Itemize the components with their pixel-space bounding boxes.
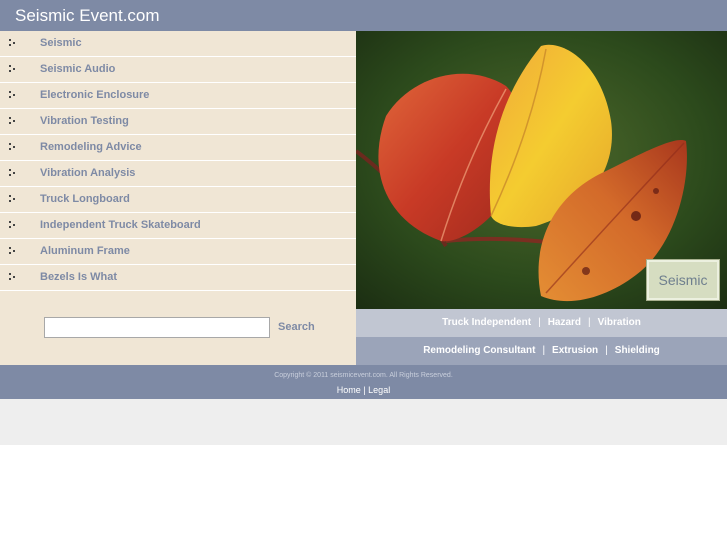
nav-item-label[interactable]: Truck Longboard <box>40 193 130 205</box>
nav-item-seismic[interactable]: Seismic <box>0 31 356 57</box>
link-remodeling-consultant[interactable]: Remodeling Consultant <box>423 345 535 356</box>
links-bar-bottom: Remodeling Consultant | Extrusion | Shieldin… <box>356 337 727 365</box>
nav-item-vibration-testing[interactable]: Vibration Testing <box>0 109 356 135</box>
nav-item-truck-longboard[interactable]: Truck Longboard <box>0 187 356 213</box>
sidebar: Seismic Seismic Audio Electronic Enclosu… <box>0 31 356 365</box>
footer-band <box>0 399 727 445</box>
nav-item-label[interactable]: Electronic Enclosure <box>40 89 149 101</box>
footer-separator: | <box>363 385 366 395</box>
nav-item-independent-truck-skateboard[interactable]: Independent Truck Skateboard <box>0 213 356 239</box>
link-vibration[interactable]: Vibration <box>598 317 641 328</box>
link-truck-independent[interactable]: Truck Independent <box>442 317 531 328</box>
search-input[interactable] <box>44 317 270 338</box>
nav-item-label[interactable]: Independent Truck Skateboard <box>40 219 201 231</box>
nav-item-bezels-is-what[interactable]: Bezels Is What <box>0 265 356 291</box>
link-separator: | <box>538 317 541 328</box>
site-header: Seismic Event.com <box>0 0 727 31</box>
nav-item-label[interactable]: Bezels Is What <box>40 271 117 283</box>
nav-item-label[interactable]: Seismic <box>40 37 82 49</box>
bullet-icon <box>9 169 15 176</box>
bullet-icon <box>9 65 15 72</box>
bullet-icon <box>9 39 15 46</box>
link-separator: | <box>542 345 546 356</box>
link-shielding[interactable]: Shielding <box>615 345 660 356</box>
nav-item-label[interactable]: Vibration Analysis <box>40 167 135 179</box>
nav-item-remodeling-advice[interactable]: Remodeling Advice <box>0 135 356 161</box>
search-button[interactable]: Search <box>278 321 315 333</box>
nav-item-label[interactable]: Vibration Testing <box>40 115 129 127</box>
site-title[interactable]: Seismic Event.com <box>15 6 160 26</box>
nav-item-electronic-enclosure[interactable]: Electronic Enclosure <box>0 83 356 109</box>
footer-links: Home | Legal <box>0 385 727 395</box>
bullet-icon <box>9 221 15 228</box>
bullet-icon <box>9 117 15 124</box>
photo-badge-label: Seismic <box>658 272 708 288</box>
bullet-icon <box>9 247 15 254</box>
bullet-icon <box>9 91 15 98</box>
nav-item-label[interactable]: Seismic Audio <box>40 63 115 75</box>
site-footer: Copyright © 2011 seismicevent.com. All R… <box>0 365 727 399</box>
footer-home-link[interactable]: Home <box>337 385 361 395</box>
nav-item-vibration-analysis[interactable]: Vibration Analysis <box>0 161 356 187</box>
bullet-icon <box>9 273 15 280</box>
copyright-text: Copyright © 2011 seismicevent.com. All R… <box>274 372 453 379</box>
link-hazard[interactable]: Hazard <box>548 317 581 328</box>
nav-item-seismic-audio[interactable]: Seismic Audio <box>0 57 356 83</box>
photo-badge: Seismic <box>647 260 719 300</box>
link-separator: | <box>588 317 591 328</box>
bullet-icon <box>9 195 15 202</box>
link-extrusion[interactable]: Extrusion <box>552 345 598 356</box>
footer-legal-link[interactable]: Legal <box>368 385 390 395</box>
bullet-icon <box>9 143 15 150</box>
nav-item-aluminum-frame[interactable]: Aluminum Frame <box>0 239 356 265</box>
link-separator: | <box>605 345 608 356</box>
links-bar-top: Truck Independent | Hazard | Vibration <box>356 309 727 337</box>
nav-item-label[interactable]: Remodeling Advice <box>40 141 142 153</box>
nav-item-label[interactable]: Aluminum Frame <box>40 245 130 257</box>
